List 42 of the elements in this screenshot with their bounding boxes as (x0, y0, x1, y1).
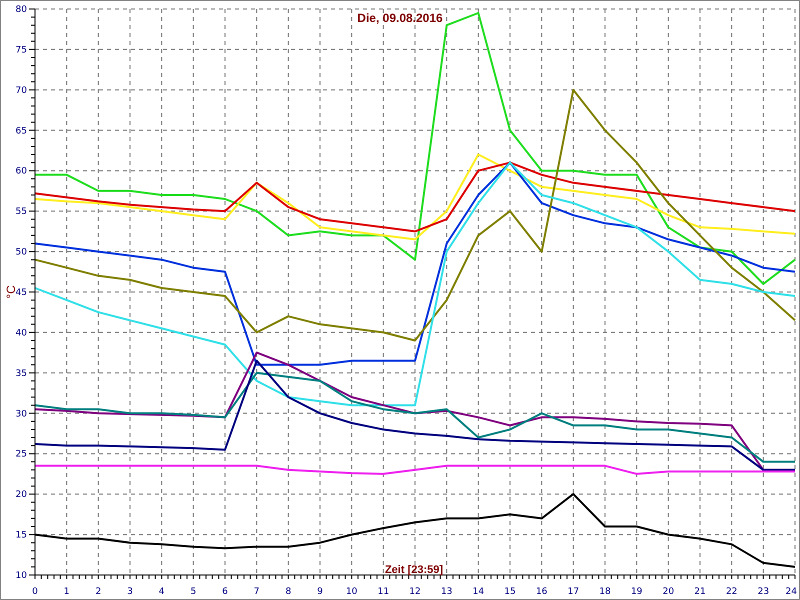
tick-label: 10 (16, 571, 27, 581)
tick-label: 25 (16, 450, 27, 460)
tick-label: 13 (440, 587, 452, 597)
tick-label: 6 (222, 587, 228, 597)
tick-label: 45 (16, 288, 27, 298)
tick-label: 55 (16, 207, 27, 218)
tick-label: 10 (346, 587, 358, 597)
tick-label: 30 (16, 409, 27, 420)
tick-label: 14 (472, 587, 484, 597)
tick-label: 65 (16, 126, 27, 136)
tick-label: 11 (378, 587, 390, 597)
tick-label: 50 (16, 248, 27, 258)
tick-label: 7 (254, 587, 260, 597)
tick-label: 17 (568, 587, 580, 597)
tick-label: 4 (158, 587, 165, 597)
tick-label: 20 (662, 587, 674, 597)
axis-label: Zeit [23:59] (384, 564, 444, 576)
tick-label: 1 (64, 587, 70, 597)
tick-label: 3 (127, 587, 133, 597)
tick-label: 23 (758, 587, 770, 597)
tick-label: 19 (630, 587, 642, 597)
tick-label: 70 (16, 86, 27, 96)
tick-label: 24 (786, 587, 797, 597)
tick-label: 12 (409, 587, 421, 597)
tick-label: 20 (16, 490, 27, 500)
tick-label: 18 (599, 587, 611, 597)
tick-label: 0 (32, 587, 38, 597)
tick-label: 75 (16, 45, 27, 56)
tick-label: 2 (95, 587, 102, 597)
tick-label: 15 (16, 530, 27, 541)
chart-title: Die, 09.08.2016 (357, 11, 443, 25)
tick-label: 35 (16, 368, 27, 379)
tick-label: 60 (16, 166, 27, 177)
tick-label: 5 (190, 587, 196, 597)
tick-label: 16 (536, 587, 548, 597)
tick-label: 15 (504, 587, 516, 597)
tick-label: 80 (16, 5, 27, 15)
tick-label: 40 (16, 328, 27, 338)
tick-label: 22 (726, 587, 738, 597)
tick-label: 9 (317, 587, 323, 597)
tick-label: 8 (285, 587, 292, 597)
tick-label: 21 (694, 587, 706, 597)
